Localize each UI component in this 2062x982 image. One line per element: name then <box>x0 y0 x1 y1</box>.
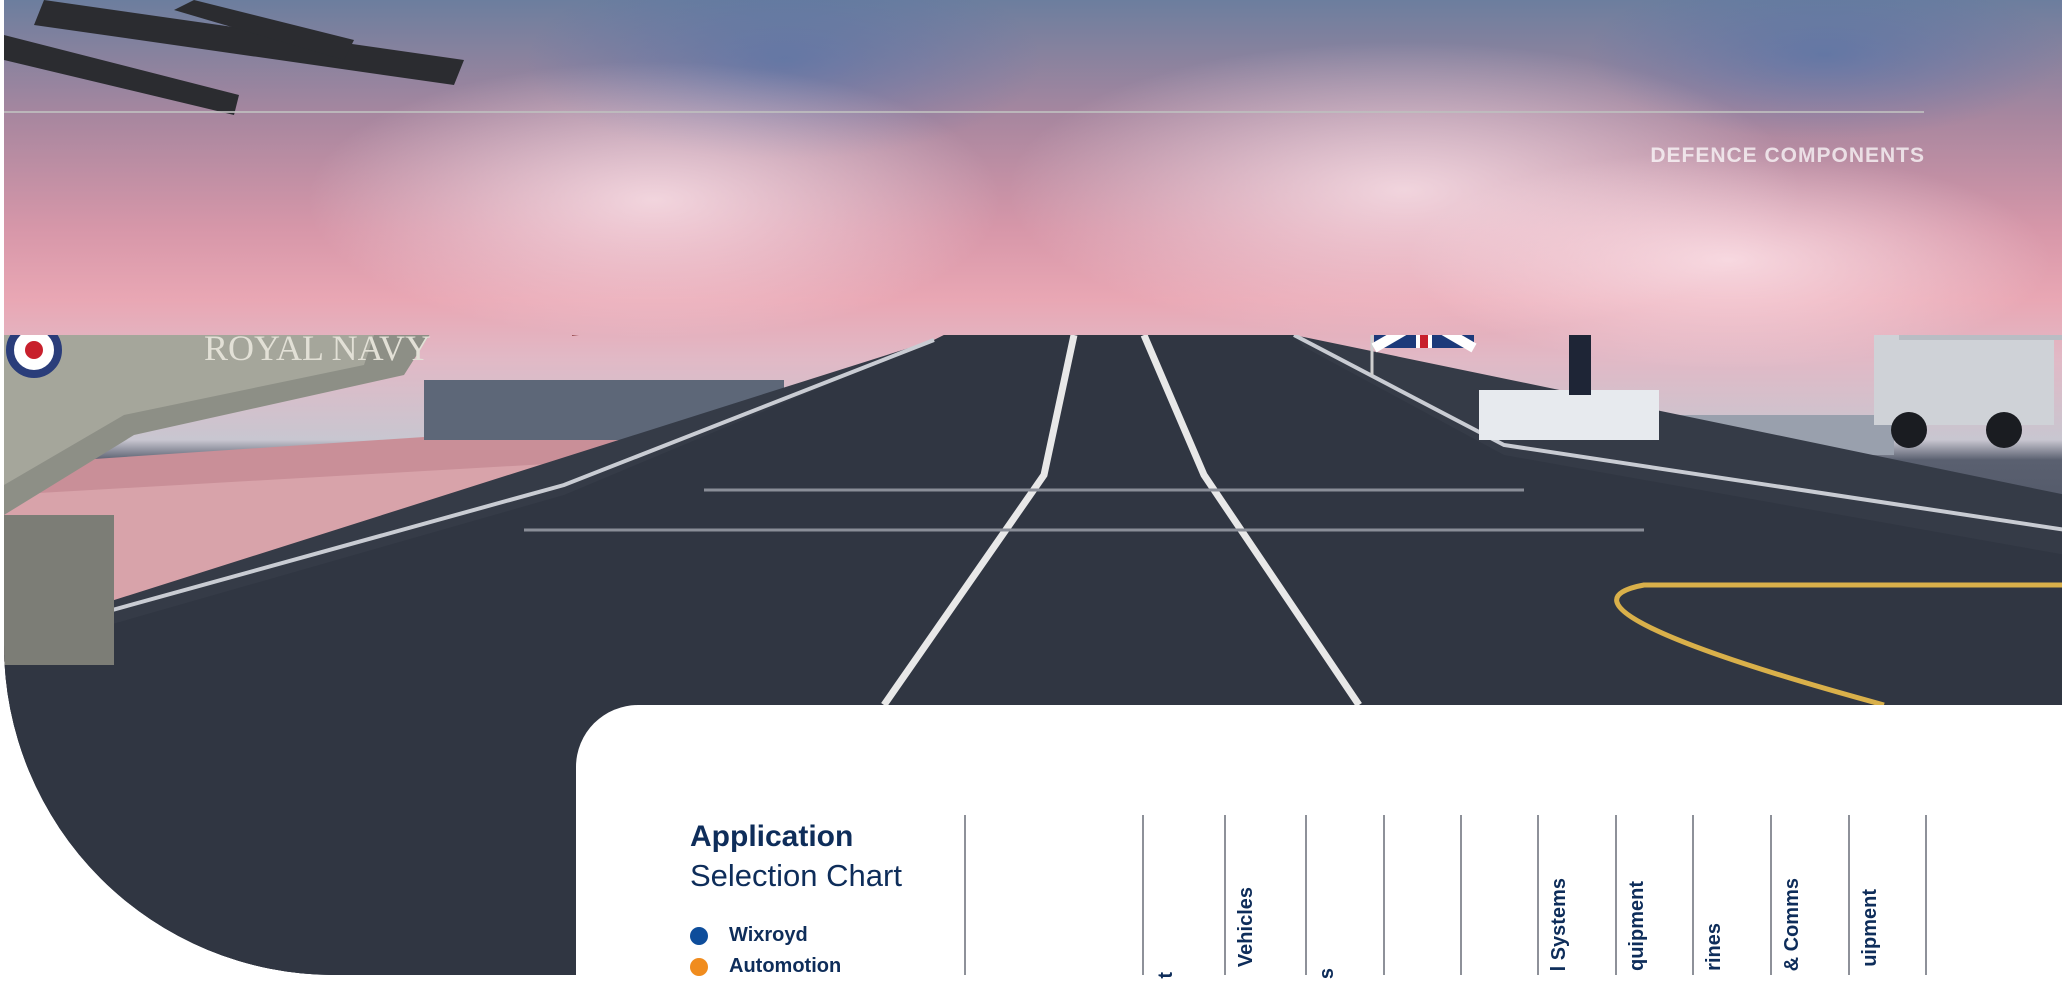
legend-item-wixroyd: Wixroyd <box>690 920 841 951</box>
column-header <box>1384 807 1424 967</box>
column-header: l Systems <box>1538 811 1578 971</box>
chart-subtitle: Selection Chart <box>690 858 902 893</box>
header-divider <box>4 111 1924 113</box>
column-header: Vehicles <box>1225 807 1265 967</box>
section-label: DEFENCE COMPONENTS <box>1650 144 1925 167</box>
column-header <box>1461 807 1501 967</box>
column-divider <box>964 815 966 975</box>
column-header-label: l Systems <box>1548 877 1570 971</box>
column-header-label: rines <box>1703 923 1725 971</box>
column-header: & Comms <box>1771 811 1811 971</box>
column-header: quipment <box>1616 811 1656 971</box>
column-header-label: s <box>1316 967 1338 979</box>
column-divider <box>1925 815 1927 975</box>
column-header: t <box>1145 819 1185 979</box>
automotion-color-dot <box>690 957 708 976</box>
column-header-label: quipment <box>1626 881 1648 971</box>
column-header: rines <box>1693 811 1733 971</box>
legend-label: Wixroyd <box>729 924 808 946</box>
column-divider <box>1142 815 1144 975</box>
column-header-label: & Comms <box>1781 877 1803 971</box>
legend: Wixroyd Automotion <box>690 920 841 982</box>
column-header-label: uipment <box>1859 889 1881 967</box>
column-header: s <box>1306 819 1346 979</box>
column-header-label: Vehicles <box>1235 886 1257 967</box>
column-header: uipment <box>1849 807 1889 967</box>
helicopter-marking: ROYAL NAVY <box>204 335 431 368</box>
legend-item-automotion: Automotion <box>690 951 841 982</box>
column-header-label: t <box>1155 972 1177 979</box>
wixroyd-color-dot <box>690 926 708 945</box>
chart-title: Application <box>690 820 854 853</box>
